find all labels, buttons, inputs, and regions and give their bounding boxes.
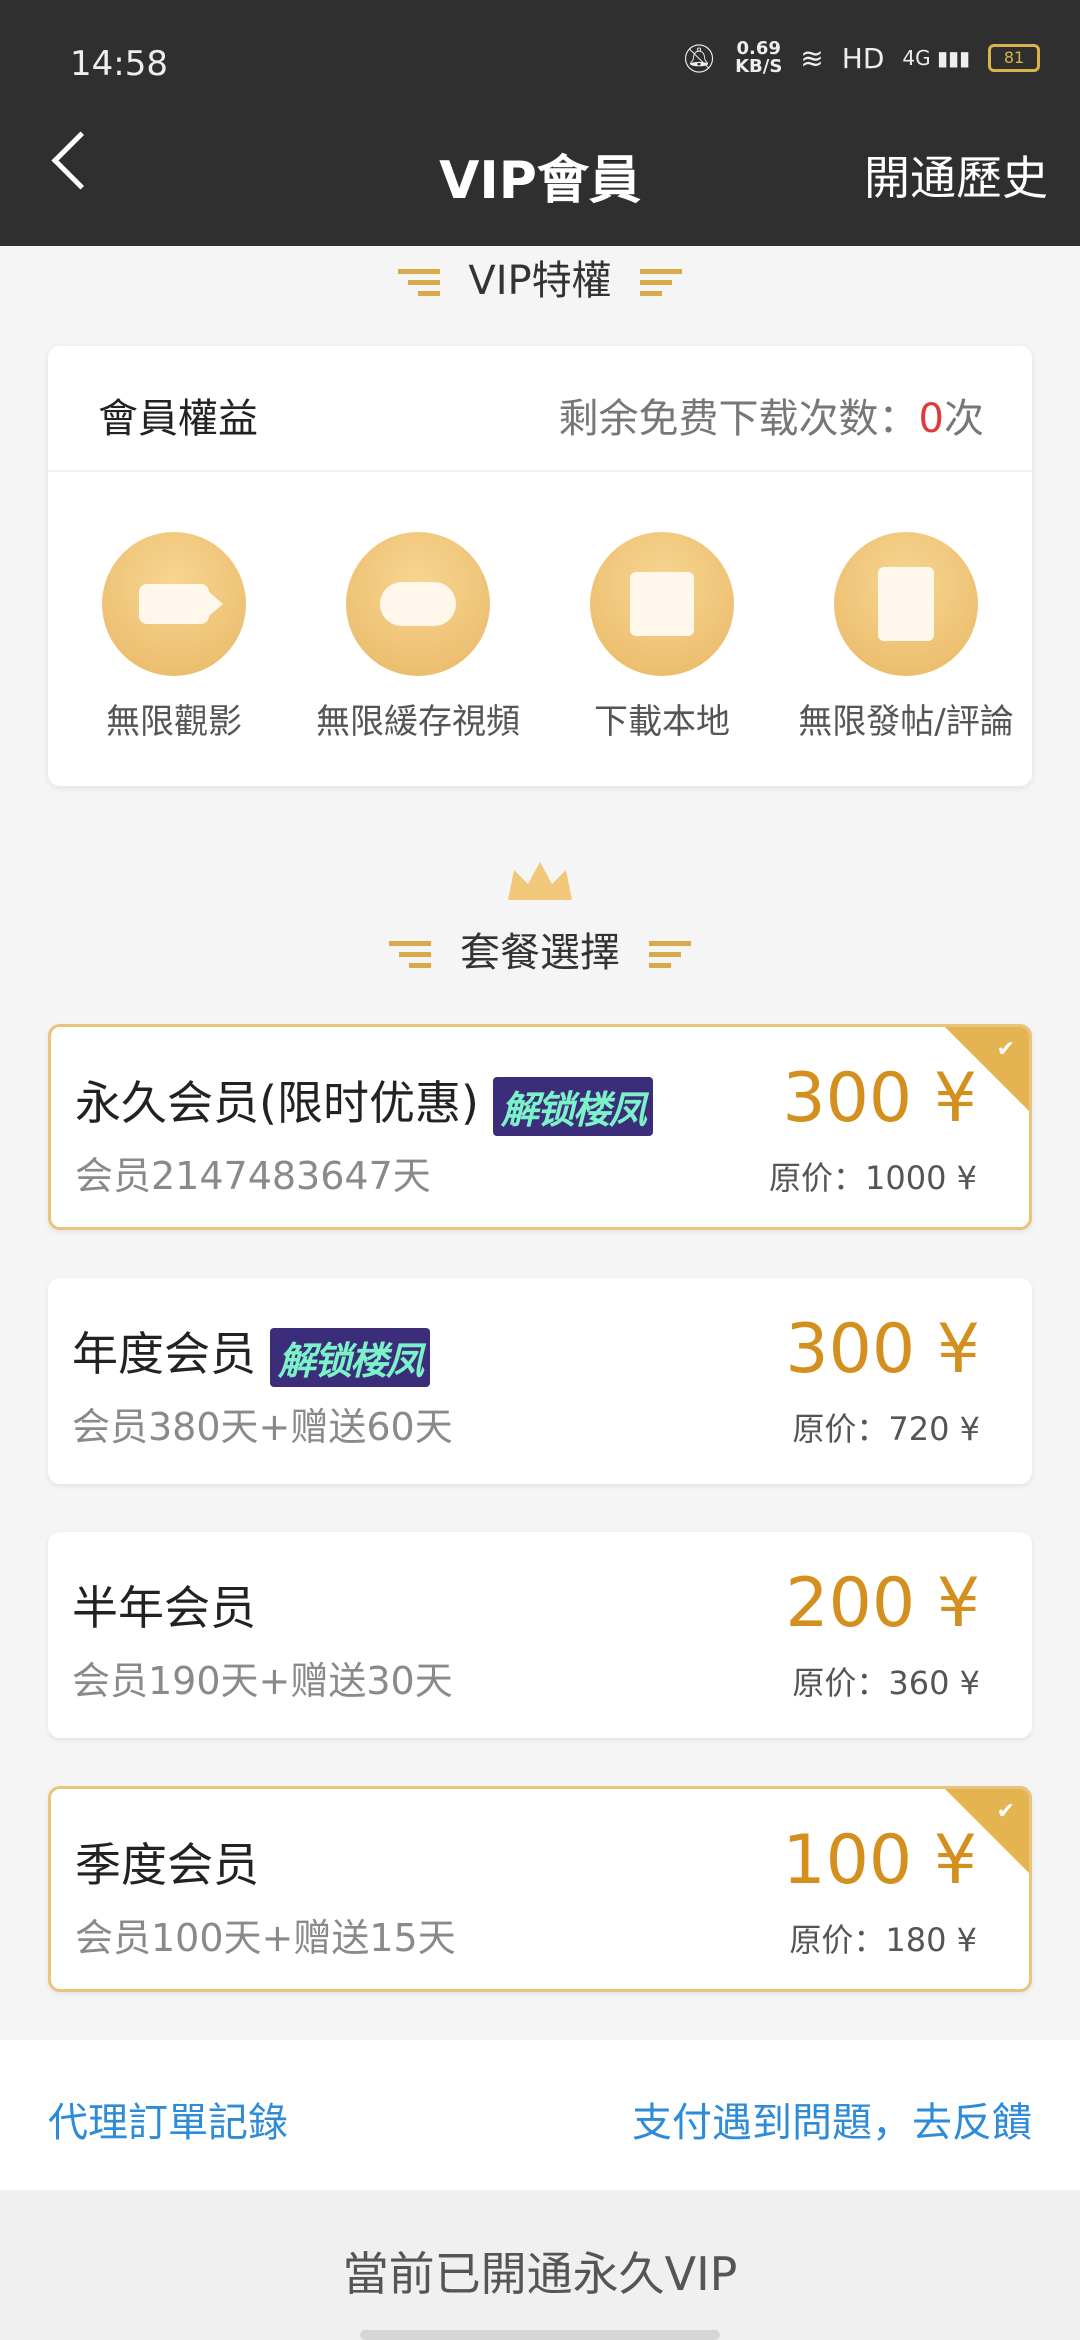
status-time: 14:58 (70, 44, 168, 84)
package-name-text: 年度会员 (72, 1327, 256, 1381)
wing-right-icon (640, 269, 683, 297)
selected-corner (945, 1789, 1029, 1873)
signal-icon: 4G ▮▮▮ (902, 46, 970, 70)
package-name: 年度会员 解锁楼凤 (72, 1318, 431, 1387)
agent-orders-link[interactable]: 代理訂單記錄 (48, 2090, 288, 2148)
checkmark-icon: ✔ (996, 1799, 1015, 1824)
downloads-unit: 次 (944, 396, 984, 442)
benefit-label: 無限緩存視頻 (316, 702, 520, 742)
crown-icon (508, 862, 572, 900)
package-card-quarterly[interactable]: 季度会员 会员100天+赠送15天 100 ¥ 原价：180 ¥ ✔ (48, 1786, 1032, 1992)
package-desc: 会员380天+赠送60天 (72, 1405, 453, 1449)
unlock-tag: 解锁楼凤 (270, 1328, 431, 1387)
packages-title: 套餐選擇 (460, 930, 620, 976)
downloads-label: 剩余免费下载次数： (558, 396, 919, 442)
benefit-label: 下載本地 (594, 702, 730, 742)
footer-links: 代理訂單記錄 支付遇到問題，去反饋 (0, 2040, 1080, 2190)
unlock-tag: 解锁楼凤 (492, 1077, 653, 1136)
benefits-title: 會員權益 (98, 396, 258, 442)
package-desc: 会员190天+赠送30天 (72, 1659, 453, 1703)
selected-corner (945, 1027, 1029, 1111)
benefits-header: 會員權益 剩余免费下载次数：0次 (48, 346, 1032, 472)
benefit-item: 無限發帖/評論 (786, 532, 1026, 743)
payment-feedback-link[interactable]: 支付遇到問題，去反饋 (632, 2090, 1032, 2148)
package-price: 300 ¥ (785, 1310, 980, 1389)
package-original-price: 原价：1000 ¥ (769, 1159, 977, 1197)
package-original-price: 原价：360 ¥ (792, 1664, 980, 1702)
package-card-half-year[interactable]: 半年会员 会员190天+赠送30天 200 ¥ 原价：360 ¥ (48, 1532, 1032, 1738)
wing-left-icon (389, 941, 432, 969)
package-original-price: 原价：720 ¥ (792, 1410, 980, 1448)
benefit-item: 無限觀影 (54, 532, 294, 743)
status-icons: 🔕︎ 0.69 KB/S ≋ HD 4G ▮▮▮ 81 (682, 40, 1040, 76)
benefit-label: 無限觀影 (106, 702, 242, 742)
package-desc: 会员100天+赠送15天 (75, 1916, 456, 1960)
vip-privileges-heading: VIP特權 (0, 248, 1080, 306)
downloads-count: 0 (918, 396, 944, 442)
package-price: 200 ¥ (785, 1564, 980, 1643)
benefit-label: 無限發帖/評論 (798, 702, 1014, 742)
hd-label: HD (841, 41, 885, 75)
wifi-icon: ≋ (800, 41, 824, 75)
package-name: 半年会员 (72, 1581, 256, 1635)
video-icon (102, 532, 246, 676)
cloud-download-icon (346, 532, 490, 676)
document-icon (834, 532, 978, 676)
packages-heading: 套餐選擇 (0, 920, 1080, 978)
package-name: 季度会员 (75, 1838, 259, 1892)
wing-left-icon (397, 269, 440, 297)
benefit-item: 下載本地 (542, 532, 782, 743)
mute-icon: 🔕︎ (681, 41, 718, 75)
checkmark-icon: ✔ (996, 1037, 1015, 1062)
app-header: 14:58 🔕︎ 0.69 KB/S ≋ HD 4G ▮▮▮ 81 VIP會員 … (0, 0, 1080, 246)
download-icon (590, 532, 734, 676)
package-card-permanent[interactable]: 永久会员(限时优惠) 解锁楼凤 会员2147483647天 300 ¥ 原价：10… (48, 1024, 1032, 1230)
benefit-item: 無限緩存視頻 (298, 532, 538, 743)
speed-unit: KB/S (735, 56, 783, 77)
package-original-price: 原价：180 ¥ (789, 1921, 977, 1959)
benefits-list: 無限觀影 無限緩存視頻 下載本地 無限發帖/評論 (48, 532, 1032, 743)
current-vip-bar[interactable]: 當前已開通永久VIP (0, 2190, 1080, 2340)
vip-privileges-title: VIP特權 (468, 258, 612, 304)
network-type: 4G (902, 46, 931, 70)
package-name-text: 永久会员(限时优惠) (75, 1076, 479, 1130)
free-downloads: 剩余免费下载次数：0次 (559, 386, 984, 444)
home-indicator[interactable] (360, 2330, 720, 2340)
package-name: 永久会员(限时优惠) 解锁楼凤 (75, 1067, 653, 1136)
battery-icon: 81 (988, 44, 1040, 72)
network-speed: 0.69 KB/S (735, 40, 782, 76)
package-desc: 会员2147483647天 (75, 1154, 431, 1198)
current-vip-status: 當前已開通永久VIP (342, 2247, 738, 2301)
history-button[interactable]: 開通歷史 (864, 142, 1048, 208)
wing-right-icon (648, 941, 691, 969)
benefits-card: 會員權益 剩余免费下载次数：0次 無限觀影 無限緩存視頻 下載本地 無限發帖/評… (48, 346, 1032, 786)
package-card-annual[interactable]: 年度会员 解锁楼凤 会员380天+赠送60天 300 ¥ 原价：720 ¥ (48, 1278, 1032, 1484)
